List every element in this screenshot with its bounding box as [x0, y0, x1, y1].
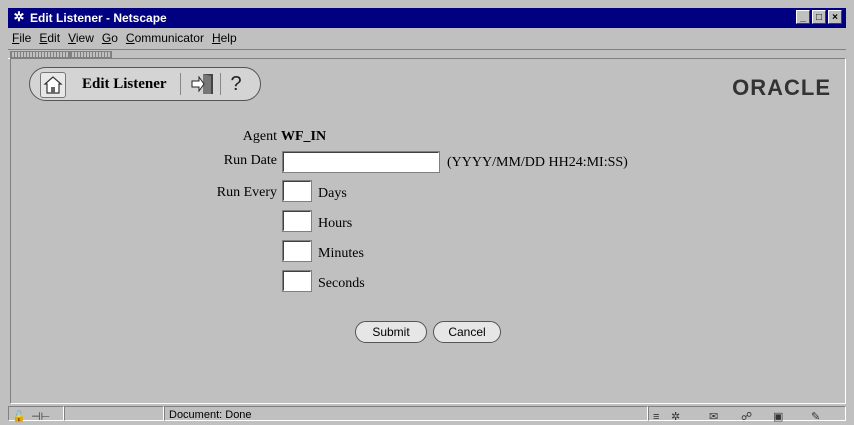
edit-icon[interactable]: ✎ — [811, 409, 820, 425]
page-content: Edit Listener ? ORACLE Agent WF_IN Run D… — [10, 58, 846, 404]
maximize-button[interactable]: □ — [812, 10, 826, 24]
page-title: Edit Listener — [82, 76, 167, 92]
oracle-logo: ORACLE — [732, 75, 831, 100]
agent-label: Agent — [242, 129, 277, 144]
status-text-cell: Document: Done — [164, 406, 648, 421]
component-bar: ≡ ✲ ✉ ☍ ▣ ✎ — [648, 406, 846, 423]
composer-icon[interactable]: ▣ — [773, 409, 783, 425]
menu-view[interactable]: View — [68, 28, 94, 48]
browser-window: ✲ Edit Listener - Netscape _ □ × File Ed… — [0, 0, 854, 423]
run-date-input[interactable] — [282, 151, 440, 173]
progress-cell — [64, 406, 164, 421]
menu-help[interactable]: Help — [212, 28, 237, 48]
mail-icon[interactable]: ✉ — [709, 409, 718, 425]
minutes-label: Minutes — [318, 246, 364, 261]
connection-icon: ⊣⊢ — [31, 411, 51, 423]
security-cell: 🔓 ⊣⊢ — [8, 406, 64, 423]
window-controls: _ □ × — [796, 10, 842, 24]
minimize-button[interactable]: _ — [796, 10, 810, 24]
toolbar-separator — [180, 73, 181, 95]
days-input[interactable] — [282, 180, 312, 202]
help-icon[interactable]: ? — [224, 72, 248, 96]
navigator-icon[interactable]: ✲ — [671, 409, 680, 425]
agent-value: WF_IN — [281, 129, 327, 144]
netscape-icon: ✲ — [13, 9, 25, 24]
app-toolbar: Edit Listener ? — [29, 67, 261, 101]
submit-button[interactable]: Submit — [355, 321, 427, 343]
menu-go[interactable]: Go — [102, 28, 118, 48]
exit-icon[interactable] — [190, 72, 216, 96]
lock-icon[interactable]: 🔓 — [12, 409, 26, 425]
close-button[interactable]: × — [828, 10, 842, 24]
menu-file[interactable]: File — [12, 28, 31, 48]
minutes-input[interactable] — [282, 240, 312, 262]
seconds-label: Seconds — [318, 276, 365, 291]
run-date-format-hint: (YYYY/MM/DD HH24:MI:SS) — [447, 155, 628, 170]
hours-label: Hours — [318, 216, 353, 231]
menu-bar: File Edit View Go Communicator Help — [8, 28, 846, 48]
window-title: Edit Listener - Netscape — [30, 11, 167, 25]
grip-icon: ≡ — [653, 411, 660, 423]
menu-edit[interactable]: Edit — [39, 28, 60, 48]
toolbar-separator — [220, 73, 221, 95]
menu-communicator[interactable]: Communicator — [126, 28, 204, 48]
run-date-label: Run Date — [223, 153, 277, 168]
run-every-label: Run Every — [216, 185, 277, 200]
cancel-button[interactable]: Cancel — [433, 321, 501, 343]
hours-input[interactable] — [282, 210, 312, 232]
toolbar-tab-navigation[interactable] — [10, 51, 70, 58]
home-icon[interactable] — [40, 72, 66, 98]
status-bar: 🔓 ⊣⊢ Document: Done ≡ ✲ ✉ ☍ ▣ ✎ — [8, 405, 846, 423]
status-text: Document: Done — [169, 409, 252, 421]
discussion-icon[interactable]: ☍ — [741, 409, 752, 425]
seconds-input[interactable] — [282, 270, 312, 292]
title-bar: ✲ Edit Listener - Netscape _ □ × — [8, 8, 846, 28]
toolbar-tab-location[interactable] — [70, 51, 112, 58]
days-label: Days — [318, 186, 347, 201]
